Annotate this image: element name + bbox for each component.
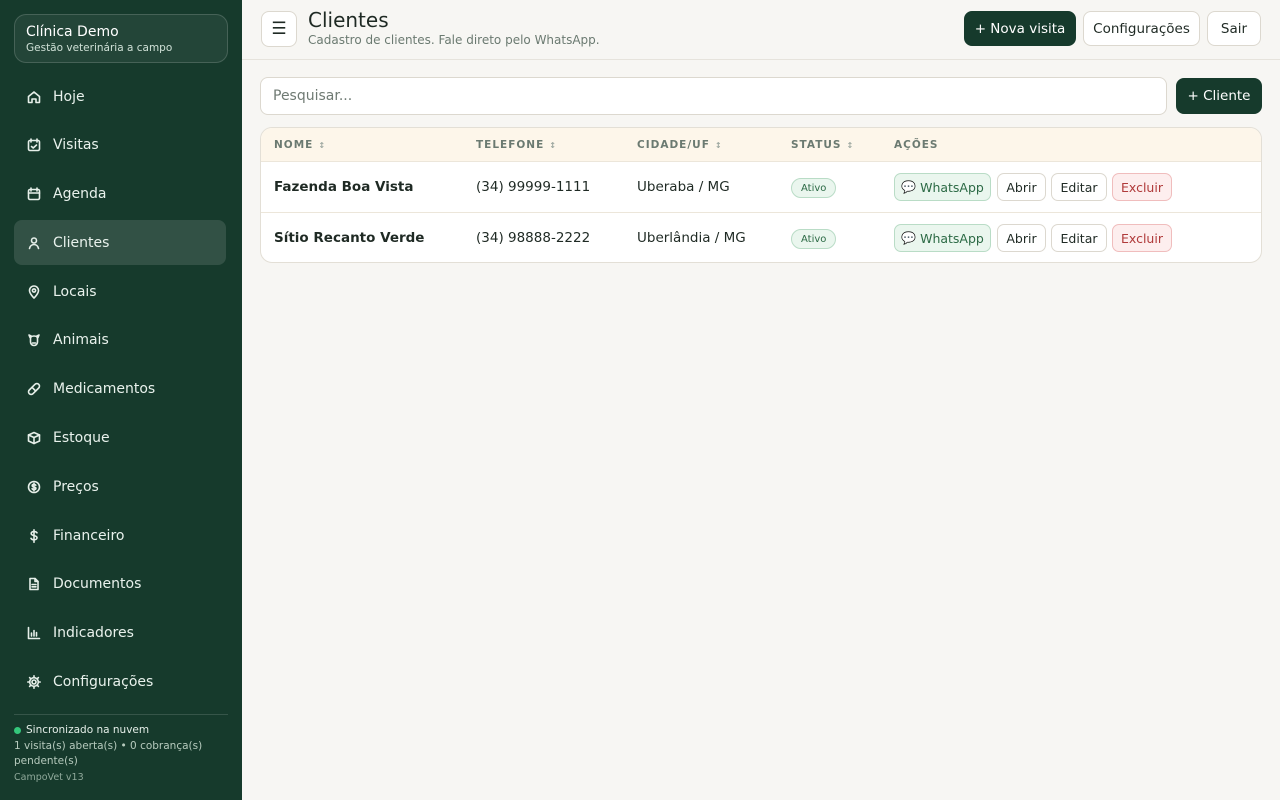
menu-toggle-button[interactable]: ☰ — [261, 11, 297, 47]
edit-button[interactable]: Editar — [1051, 173, 1107, 201]
column-header-label: STATUS — [791, 139, 842, 151]
clinic-brand[interactable]: Clínica Demo Gestão veterinária a campo — [14, 14, 228, 63]
column-header-phone[interactable]: TELEFONE ↕ — [476, 139, 557, 151]
sidebar-item-label: Visitas — [53, 137, 99, 154]
user-icon — [26, 235, 42, 251]
sidebar-item-agenda[interactable]: Agenda — [14, 172, 226, 217]
add-client-button[interactable]: + Cliente — [1176, 78, 1262, 114]
whatsapp-button[interactable]: 💬 WhatsApp — [894, 173, 991, 201]
sort-icon: ↕ — [714, 141, 723, 150]
sidebar-item-label: Estoque — [53, 430, 110, 447]
sidebar-item-label: Locais — [53, 283, 97, 300]
sidebar-item-label: Documentos — [53, 576, 142, 593]
document-icon — [26, 576, 42, 592]
table-row: Sítio Recanto Verde (34) 98888-2222 Uber… — [261, 214, 1261, 262]
app-version: CampoVet v13 — [14, 772, 84, 783]
sidebar-item-label: Animais — [53, 332, 109, 349]
sidebar-nav: Hoje Visitas Agenda Clientes Locais Anim… — [14, 74, 226, 708]
new-visit-button[interactable]: + Nova visita — [964, 11, 1076, 46]
sidebar-item-precos[interactable]: Preços — [14, 464, 226, 509]
sidebar-item-label: Financeiro — [53, 527, 125, 544]
sidebar: Clínica Demo Gestão veterinária a campo … — [0, 0, 242, 800]
open-button[interactable]: Abrir — [997, 173, 1046, 201]
column-header-label: CIDADE/UF — [637, 139, 710, 151]
pending-summary: 1 visita(s) aberta(s) • 0 cobrança(s) pe… — [14, 740, 203, 767]
sidebar-item-animais[interactable]: Animais — [14, 318, 226, 363]
sidebar-item-documentos[interactable]: Documentos — [14, 562, 226, 607]
sidebar-item-indicadores[interactable]: Indicadores — [14, 611, 226, 656]
hamburger-icon: ☰ — [271, 19, 287, 39]
sort-icon: ↕ — [549, 141, 557, 150]
pill-icon — [26, 381, 42, 397]
client-name: Sítio Recanto Verde — [274, 230, 425, 246]
sidebar-item-hoje[interactable]: Hoje — [14, 74, 226, 119]
home-icon — [26, 89, 42, 105]
sidebar-item-label: Indicadores — [53, 625, 134, 642]
sidebar-item-locais[interactable]: Locais — [14, 269, 226, 314]
client-name: Fazenda Boa Vista — [274, 179, 414, 195]
clients-table: NOME ↕ TELEFONE ↕ CIDADE/UF ↕ STATUS ↕ AÇÕES… — [260, 127, 1262, 263]
client-phone: (34) 98888-2222 — [476, 230, 591, 246]
animal-icon — [26, 332, 42, 348]
column-header-status[interactable]: STATUS ↕ — [791, 139, 854, 151]
calendar-icon — [26, 186, 42, 202]
sidebar-item-medicamentos[interactable]: Medicamentos — [14, 367, 226, 412]
delete-button[interactable]: Excluir — [1112, 224, 1172, 252]
whatsapp-label: WhatsApp — [920, 230, 984, 246]
sort-icon: ↕ — [846, 141, 855, 150]
sidebar-footer: Sincronizado na nuvem 1 visita(s) aberta… — [14, 714, 228, 783]
clinic-tagline: Gestão veterinária a campo — [26, 42, 173, 54]
sidebar-item-label: Hoje — [53, 88, 85, 105]
client-city: Uberaba / MG — [637, 179, 730, 195]
open-button[interactable]: Abrir — [997, 224, 1046, 252]
calendar-check-icon — [26, 137, 42, 153]
sidebar-item-configuracoes[interactable]: Configurações — [14, 660, 226, 705]
whatsapp-label: WhatsApp — [920, 179, 984, 195]
logout-button[interactable]: Sair — [1207, 11, 1261, 46]
map-pin-icon — [26, 284, 42, 300]
settings-button[interactable]: Configurações — [1083, 11, 1200, 46]
status-dot-icon — [14, 726, 21, 734]
column-header-label: TELEFONE — [476, 139, 545, 151]
search-input[interactable] — [260, 77, 1167, 115]
table-row: Fazenda Boa Vista (34) 99999-1111 Uberab… — [261, 163, 1261, 213]
delete-button[interactable]: Excluir — [1112, 173, 1172, 201]
column-header-actions: AÇÕES — [894, 139, 939, 151]
table-header: NOME ↕ TELEFONE ↕ CIDADE/UF ↕ STATUS ↕ AÇÕES — [261, 128, 1261, 162]
column-header-city[interactable]: CIDADE/UF ↕ — [637, 139, 723, 151]
sidebar-item-clientes[interactable]: Clientes — [14, 220, 226, 266]
sidebar-item-label: Medicamentos — [53, 381, 156, 398]
status-badge: Ativo — [791, 229, 837, 249]
sidebar-item-label: Configurações — [53, 674, 154, 691]
status-badge: Ativo — [791, 178, 837, 198]
chat-bubble-icon: 💬 — [901, 180, 917, 194]
sync-status: Sincronizado na nuvem — [14, 724, 228, 736]
column-header-label: NOME — [274, 139, 314, 151]
sidebar-item-label: Agenda — [53, 186, 107, 203]
box-icon — [26, 430, 42, 446]
gear-icon — [26, 674, 42, 690]
bar-chart-icon — [26, 625, 42, 641]
sidebar-item-label: Preços — [53, 478, 99, 495]
sidebar-item-estoque[interactable]: Estoque — [14, 416, 226, 461]
clinic-name: Clínica Demo — [26, 24, 119, 40]
client-city: Uberlândia / MG — [637, 230, 746, 246]
sidebar-item-visitas[interactable]: Visitas — [14, 123, 226, 168]
tag-icon — [26, 479, 42, 495]
chat-bubble-icon: 💬 — [901, 231, 917, 245]
sync-status-text: Sincronizado na nuvem — [26, 724, 150, 736]
sidebar-item-financeiro[interactable]: Financeiro — [14, 513, 226, 558]
sort-icon: ↕ — [318, 141, 327, 150]
column-header-name[interactable]: NOME ↕ — [274, 139, 326, 151]
page-title: Clientes — [308, 8, 389, 32]
whatsapp-button[interactable]: 💬 WhatsApp — [894, 224, 991, 252]
client-phone: (34) 99999-1111 — [476, 179, 591, 195]
page-subtitle: Cadastro de clientes. Fale direto pelo W… — [308, 33, 600, 47]
sidebar-item-label: Clientes — [53, 234, 110, 251]
dollar-icon — [26, 528, 42, 544]
edit-button[interactable]: Editar — [1051, 224, 1107, 252]
page-header: ☰ Clientes Cadastro de clientes. Fale di… — [242, 0, 1280, 60]
